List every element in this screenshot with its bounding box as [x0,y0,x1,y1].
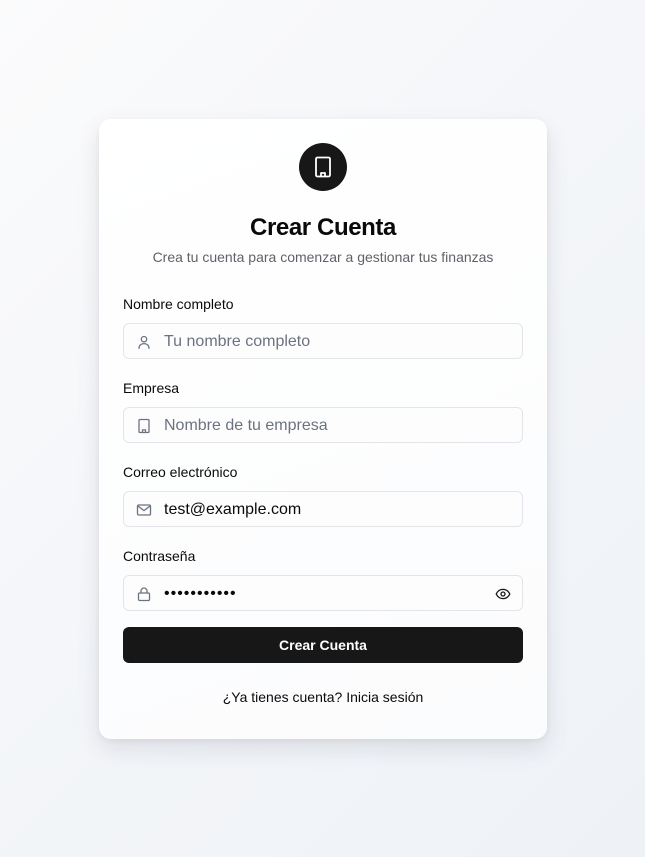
lock-icon [136,586,152,602]
user-icon [136,334,152,350]
email-field[interactable]: test@example.com [123,491,523,527]
company-placeholder: Nombre de tu empresa [164,417,328,434]
company-label: Empresa [123,380,180,396]
eye-icon[interactable] [495,586,511,602]
building-icon [136,418,152,434]
password-label: Contraseña [123,548,196,564]
building-icon [313,156,333,178]
password-masked-value: ••••••••••• [164,585,237,602]
company-field[interactable]: Nombre de tu empresa [123,407,523,443]
login-link[interactable]: ¿Ya tienes cuenta? Inicia sesión [99,689,547,705]
full-name-placeholder: Tu nombre completo [164,333,311,350]
email-value: test@example.com [164,501,302,518]
mail-icon [136,502,152,518]
page-title: Crear Cuenta [250,214,396,241]
email-label: Correo electrónico [123,464,238,480]
full-name-label: Nombre completo [123,296,234,312]
password-field[interactable]: ••••••••••• [123,575,523,611]
full-name-field[interactable]: Tu nombre completo [123,323,523,359]
logo-badge [299,143,347,191]
signup-card: Crear Cuenta Crea tu cuenta para comenza… [99,119,547,739]
create-account-button[interactable]: Crear Cuenta [123,627,523,663]
page-subtitle: Crea tu cuenta para comenzar a gestionar… [152,249,494,265]
